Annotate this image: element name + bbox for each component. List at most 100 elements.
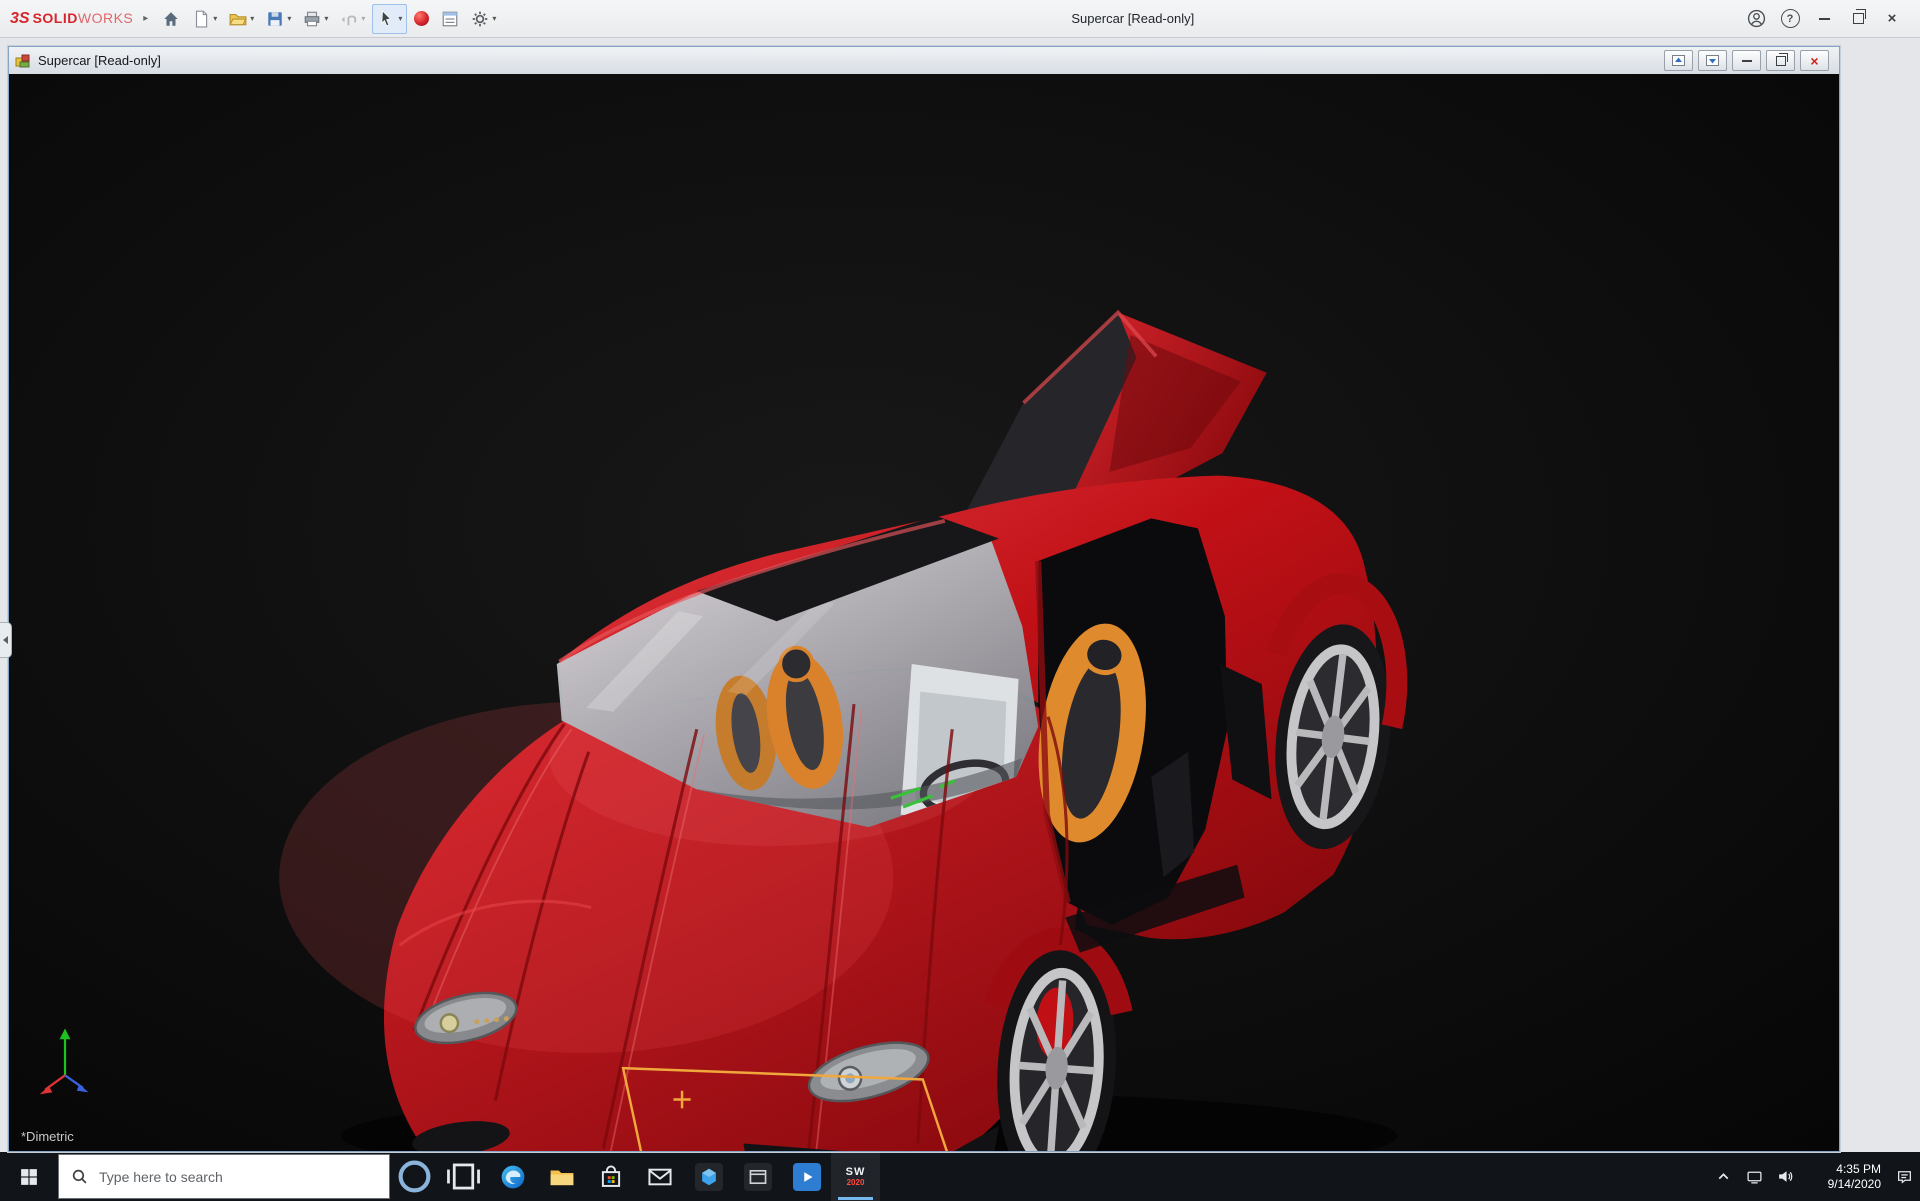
action-center-button[interactable]	[1889, 1152, 1920, 1201]
clock-date: 9/14/2020	[1828, 1177, 1881, 1192]
pinned-app-media-button[interactable]	[782, 1152, 831, 1201]
display-network-icon	[1746, 1168, 1763, 1185]
restore-icon	[1853, 13, 1864, 24]
app-window-controls: ? ×	[1740, 5, 1920, 33]
print-icon	[303, 10, 321, 28]
account-icon	[1747, 9, 1766, 28]
document-titlebar[interactable]: Supercar [Read-only] ×	[9, 47, 1839, 75]
screen: 3S SOLID WORKS ▸ ▾ ▾ ▾ ▾ ▾ ▾	[0, 0, 1920, 1201]
restore-button[interactable]	[1842, 5, 1874, 33]
close-button[interactable]: ×	[1876, 5, 1908, 33]
save-button[interactable]: ▾	[261, 4, 296, 34]
help-button[interactable]: ?	[1774, 5, 1806, 33]
window-arrow-up-icon	[1672, 55, 1685, 66]
collapsed-panel-tab[interactable]	[0, 622, 12, 658]
brand-solid: SOLID	[33, 10, 78, 26]
cortana-button[interactable]	[390, 1152, 439, 1201]
minimize-icon	[1742, 60, 1752, 62]
app-titlebar: 3S SOLID WORKS ▸ ▾ ▾ ▾ ▾ ▾ ▾	[0, 0, 1920, 38]
help-icon: ?	[1781, 9, 1800, 28]
doc-close-button[interactable]: ×	[1800, 50, 1829, 71]
solidworks-2020-button[interactable]: SW 2020	[831, 1152, 880, 1201]
mail-button[interactable]	[635, 1152, 684, 1201]
client-area: Supercar [Read-only] ×	[0, 38, 1920, 1152]
chevron-down-icon[interactable]: ▾	[213, 14, 217, 23]
settings-gear-icon	[471, 10, 489, 28]
pinned-app-window-button[interactable]	[733, 1152, 782, 1201]
store-icon	[598, 1164, 624, 1190]
save-icon	[266, 10, 284, 28]
app-window-title: Supercar [Read-only]	[1071, 11, 1194, 26]
home-icon	[162, 10, 180, 28]
minimize-button[interactable]	[1808, 5, 1840, 33]
doc-minimize-button[interactable]	[1732, 50, 1761, 71]
solidworks-logo: 3S SOLID WORKS	[10, 10, 133, 28]
properties-button[interactable]	[436, 4, 464, 34]
search-input[interactable]	[97, 1168, 361, 1186]
clock-time: 4:35 PM	[1836, 1162, 1881, 1177]
store-button[interactable]	[586, 1152, 635, 1201]
undo-button[interactable]: ▾	[335, 4, 370, 34]
hidden-icons-button[interactable]	[1708, 1152, 1739, 1201]
document-window: Supercar [Read-only] ×	[8, 46, 1840, 1152]
doc-restore-button[interactable]	[1766, 50, 1795, 71]
taskbar-clock[interactable]: 4:35 PM 9/14/2020	[1801, 1161, 1889, 1193]
file-explorer-icon	[549, 1164, 575, 1190]
properties-sheet-icon	[441, 10, 459, 28]
print-button[interactable]: ▾	[298, 4, 333, 34]
3dexperience-sphere-icon	[414, 11, 429, 26]
chevron-down-icon[interactable]: ▾	[250, 14, 254, 23]
assembly-document-icon	[15, 53, 31, 69]
new-document-icon	[192, 10, 210, 28]
chevron-down-icon[interactable]: ▾	[287, 14, 291, 23]
3dexperience-button[interactable]	[409, 4, 434, 34]
supercar-model-render	[9, 74, 1839, 1151]
select-cursor-icon	[377, 10, 395, 28]
edge-button[interactable]	[488, 1152, 537, 1201]
doc-window-previous-button[interactable]	[1664, 50, 1693, 71]
open-button[interactable]: ▾	[224, 4, 259, 34]
solidworks-logo-icon: 3S	[10, 10, 30, 28]
new-document-button[interactable]: ▾	[187, 4, 222, 34]
search-icon	[71, 1168, 88, 1185]
task-view-button[interactable]	[439, 1152, 488, 1201]
volume-icon	[1777, 1168, 1794, 1185]
file-explorer-button[interactable]	[537, 1152, 586, 1201]
hexagon-app-icon	[695, 1163, 723, 1191]
select-tool-button[interactable]: ▾	[372, 4, 407, 34]
3d-viewport[interactable]: *Dimetric	[9, 74, 1839, 1151]
home-button[interactable]	[157, 4, 185, 34]
network-button[interactable]	[1739, 1152, 1770, 1201]
taskbar: SW 2020 4:35 PM 9/14/2020	[0, 1152, 1920, 1201]
pinned-app-hexagon-button[interactable]	[684, 1152, 733, 1201]
account-button[interactable]	[1740, 5, 1772, 33]
volume-button[interactable]	[1770, 1152, 1801, 1201]
chevron-down-icon[interactable]: ▾	[398, 14, 402, 23]
windows-logo-icon	[20, 1168, 38, 1186]
app-window-icon	[744, 1163, 772, 1191]
chevron-down-icon[interactable]: ▾	[492, 14, 496, 23]
view-orientation-label: *Dimetric	[21, 1129, 74, 1144]
task-view-icon	[445, 1158, 482, 1195]
chevron-down-icon[interactable]: ▾	[361, 14, 365, 23]
restore-icon	[1776, 56, 1786, 66]
cortana-icon	[396, 1158, 433, 1195]
start-button[interactable]	[0, 1152, 58, 1201]
chevron-up-icon	[1715, 1168, 1732, 1185]
mail-icon	[647, 1164, 673, 1190]
open-folder-icon	[229, 10, 247, 28]
menu-expand-arrow-icon[interactable]: ▸	[143, 13, 148, 24]
brand-works: WORKS	[78, 10, 133, 26]
doc-window-next-button[interactable]	[1698, 50, 1727, 71]
chevron-down-icon[interactable]: ▾	[324, 14, 328, 23]
close-icon: ×	[1810, 53, 1818, 69]
settings-button[interactable]: ▾	[466, 4, 501, 34]
taskbar-search[interactable]	[58, 1154, 390, 1199]
orientation-triad	[29, 1019, 101, 1101]
document-title: Supercar [Read-only]	[38, 53, 161, 68]
system-tray: 4:35 PM 9/14/2020	[1708, 1152, 1920, 1201]
edge-icon	[500, 1164, 526, 1190]
close-icon: ×	[1888, 10, 1897, 27]
window-arrow-down-icon	[1706, 55, 1719, 66]
action-center-icon	[1896, 1168, 1913, 1185]
